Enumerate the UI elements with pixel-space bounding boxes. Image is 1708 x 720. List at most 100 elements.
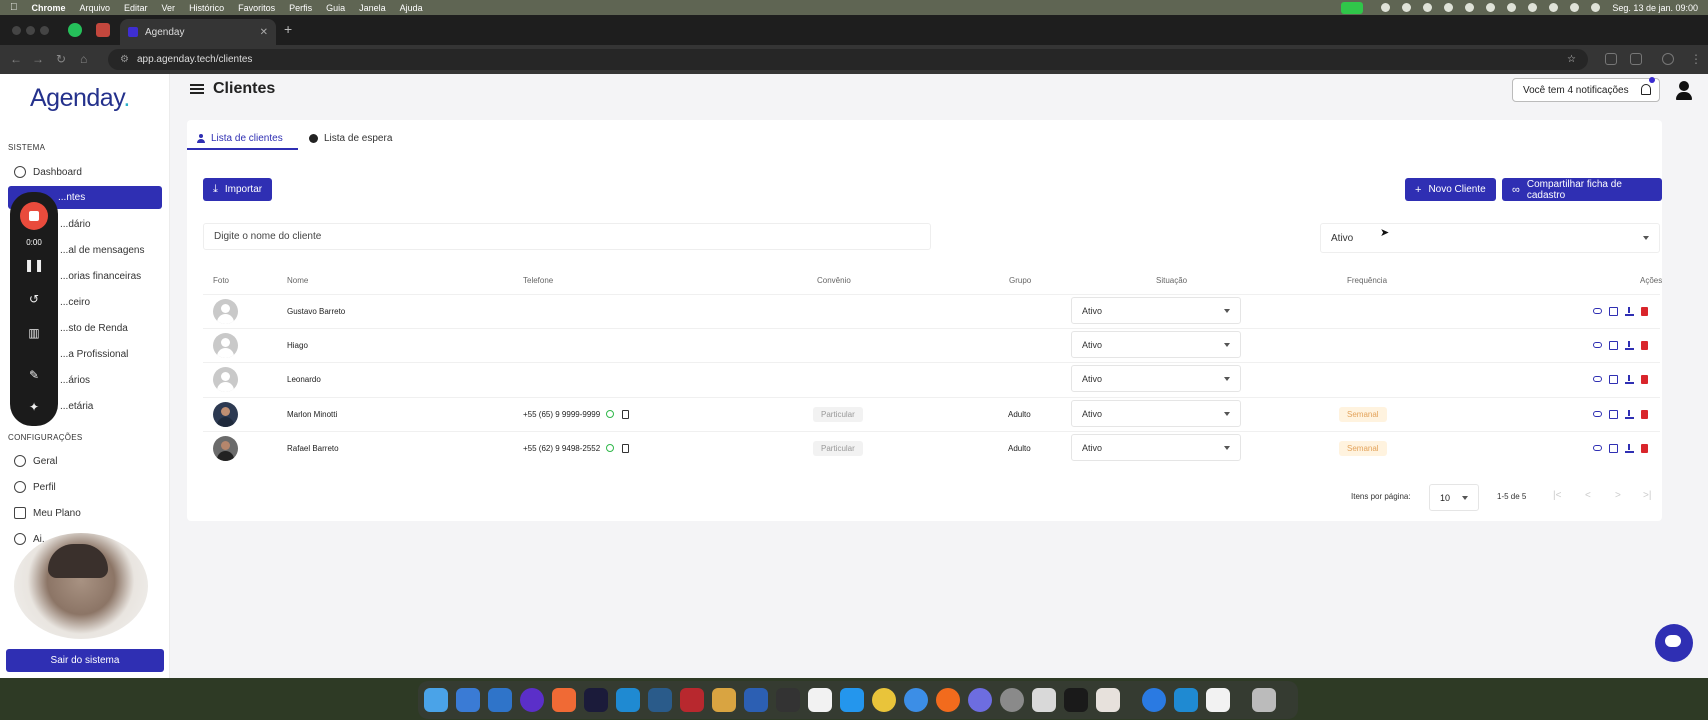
import-button[interactable]: ⤓ Importar (203, 178, 273, 201)
app-icon[interactable] (1142, 688, 1166, 712)
app-icon[interactable] (776, 688, 800, 712)
sidebar-item-dashboard[interactable]: Dashboard (14, 161, 82, 183)
extensions-icon[interactable] (1605, 53, 1617, 65)
search-icon[interactable] (1570, 3, 1580, 12)
vscode-icon[interactable] (1174, 688, 1198, 712)
sidebar-item-financeiro[interactable]: ...ceiro (60, 291, 90, 313)
close-tab-icon[interactable]: ✕ (260, 27, 268, 38)
sidebar-item-categorias-financeiras[interactable]: ...orias financeiras (60, 265, 141, 287)
profile-icon[interactable] (1662, 53, 1674, 65)
reload-icon[interactable]: ↻ (56, 52, 66, 66)
situacao-select[interactable]: Ativo (1071, 400, 1241, 427)
table-row[interactable]: Leonardo Ativo (203, 362, 1660, 394)
app-icon[interactable] (968, 688, 992, 712)
page-size-select[interactable]: 10 (1429, 484, 1479, 511)
window-zoom-icon[interactable] (40, 26, 49, 35)
window-minimize-icon[interactable] (26, 26, 35, 35)
situacao-select[interactable]: Ativo (1071, 297, 1241, 324)
link-icon[interactable] (1593, 342, 1602, 348)
tab-lista-de-espera[interactable]: Lista de espera (309, 126, 392, 150)
link-icon[interactable] (1593, 376, 1602, 382)
more-menu-icon[interactable]: ⋮ (1690, 52, 1702, 66)
menu-perfis[interactable]: Perfis (289, 3, 312, 13)
filezilla-icon[interactable] (680, 688, 704, 712)
sidebar-item-geral[interactable]: Geral (14, 450, 57, 472)
menu-ver[interactable]: Ver (162, 3, 176, 13)
link-icon[interactable] (1593, 308, 1602, 314)
document-icon[interactable] (1609, 443, 1618, 453)
sidebar-item-imposto-de-renda[interactable]: ...sto de Renda (60, 317, 128, 339)
trash-icon[interactable] (1641, 306, 1648, 316)
menu-guia[interactable]: Guia (326, 3, 345, 13)
whatsapp-icon[interactable] (606, 444, 615, 452)
app-icon[interactable] (808, 688, 832, 712)
app-icon[interactable] (1096, 688, 1120, 712)
document-icon[interactable] (1609, 340, 1618, 350)
menu-app-name[interactable]: Chrome (32, 3, 66, 13)
gmail-pinned-tab-icon[interactable] (96, 23, 110, 37)
effects-icon[interactable]: ✦ (10, 400, 58, 414)
wifi-icon[interactable] (1549, 3, 1559, 12)
next-page-icon[interactable]: > (1615, 490, 1621, 501)
new-tab-icon[interactable]: + (284, 21, 292, 37)
situacao-select[interactable]: Ativo (1071, 434, 1241, 461)
pause-icon[interactable]: ❚❚ (10, 258, 58, 272)
whatsapp-pinned-tab-icon[interactable] (68, 23, 82, 37)
status-icon[interactable] (1486, 3, 1496, 12)
menu-janela[interactable]: Janela (359, 3, 386, 13)
firefox-icon[interactable] (936, 688, 960, 712)
chat-support-button[interactable] (1655, 624, 1693, 662)
trash-icon[interactable] (1641, 374, 1648, 384)
column-header-frequencia[interactable]: Frequência (1347, 276, 1387, 285)
trash-icon[interactable] (1252, 688, 1276, 712)
camera-indicator-icon[interactable] (1341, 1, 1364, 14)
logout-button[interactable]: Sair do sistema (6, 649, 164, 672)
copy-icon[interactable] (622, 443, 630, 453)
status-icon[interactable] (1444, 3, 1454, 12)
menu-clock[interactable]: Seg. 13 de jan. 09:00 (1612, 3, 1698, 13)
trash-icon[interactable] (1641, 409, 1648, 419)
table-row[interactable]: Marlon Minotti +55 (65) 9 9999-9999 Part… (203, 397, 1660, 429)
home-icon[interactable]: ⌂ (80, 52, 87, 66)
new-client-button[interactable]: + Novo Cliente (1405, 178, 1496, 201)
window-close-icon[interactable] (12, 26, 21, 35)
app-icon[interactable] (456, 688, 480, 712)
apple-icon[interactable]:  (10, 2, 18, 13)
document-icon[interactable] (1609, 374, 1618, 384)
column-header-telefone[interactable]: Telefone (523, 276, 553, 285)
table-row[interactable]: Hiago Ativo (203, 328, 1660, 360)
status-icon[interactable] (1423, 3, 1433, 12)
download-icon[interactable] (1625, 340, 1634, 350)
trash-icon[interactable] (1641, 443, 1648, 453)
hamburger-menu-icon[interactable] (190, 84, 204, 94)
last-page-icon[interactable]: >| (1643, 490, 1651, 501)
bookmark-star-icon[interactable]: ☆ (1567, 54, 1576, 65)
restart-icon[interactable]: ↺ (10, 292, 58, 306)
system-settings-icon[interactable] (1000, 688, 1024, 712)
menu-favoritos[interactable]: Favoritos (238, 3, 275, 13)
document-icon[interactable] (1609, 306, 1618, 316)
column-header-grupo[interactable]: Grupo (1009, 276, 1031, 285)
situacao-select[interactable]: Ativo (1071, 331, 1241, 358)
column-header-convenio[interactable]: Convênio (817, 276, 851, 285)
status-icon[interactable] (1507, 3, 1517, 12)
column-header-situacao[interactable]: Situação (1156, 276, 1187, 285)
download-icon[interactable] (1625, 409, 1634, 419)
control-center-icon[interactable] (1591, 3, 1601, 12)
previous-page-icon[interactable]: < (1585, 490, 1591, 501)
menu-arquivo[interactable]: Arquivo (80, 3, 111, 13)
table-row[interactable]: Rafael Barreto +55 (62) 9 9498-2552 Part… (203, 431, 1660, 463)
address-bar[interactable]: ⚙ app.agenday.tech/clientes ☆ (108, 49, 1588, 70)
share-form-button[interactable]: ∞ Compartilhar ficha de cadastro (1502, 178, 1662, 201)
tab-lista-de-clientes[interactable]: Lista de clientes (197, 126, 283, 150)
site-info-icon[interactable]: ⚙ (120, 54, 129, 65)
whatsapp-icon[interactable] (606, 410, 615, 418)
download-icon[interactable] (1625, 374, 1634, 384)
finder-icon[interactable] (424, 688, 448, 712)
launchpad-icon[interactable] (1032, 688, 1056, 712)
sidebar-item-usuarios[interactable]: ...ários (60, 369, 90, 391)
safari-icon[interactable] (904, 688, 928, 712)
forward-icon[interactable]: → (32, 52, 44, 66)
terminal-icon[interactable] (1064, 688, 1088, 712)
menu-editar[interactable]: Editar (124, 3, 148, 13)
